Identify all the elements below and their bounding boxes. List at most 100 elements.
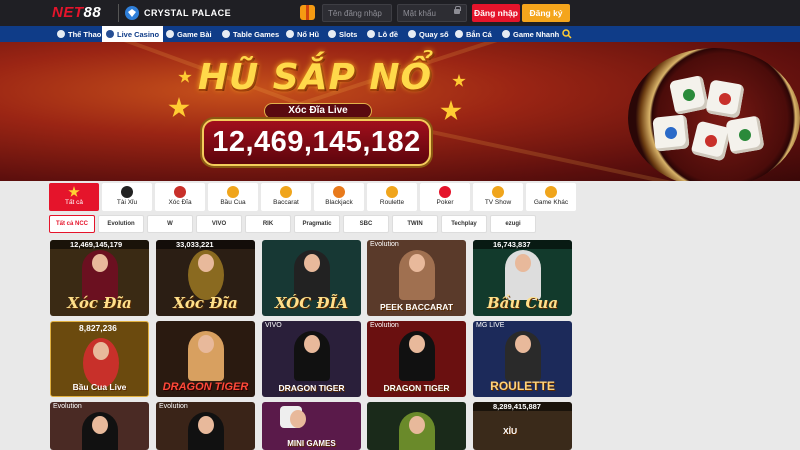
nav-item-ban-ca[interactable]: Bắn Cá bbox=[455, 26, 492, 42]
provider-vivo[interactable]: VIVO bbox=[196, 215, 242, 233]
nav-item-live-casino[interactable]: Live Casino bbox=[102, 26, 164, 42]
game-tile[interactable]: Evolution DRAGON TIGER bbox=[367, 321, 466, 397]
dealer-image bbox=[294, 250, 330, 300]
star-icon bbox=[68, 186, 80, 197]
flash-icon bbox=[502, 30, 510, 38]
cards-icon bbox=[166, 30, 174, 38]
game-tile[interactable]: 8,289,415,887 XỈU bbox=[473, 402, 572, 450]
game-tile[interactable]: MINI GAMES bbox=[262, 402, 361, 450]
game-title: DRAGON TIGER bbox=[383, 383, 450, 393]
tab-game-khac[interactable]: Game Khác bbox=[526, 183, 576, 211]
provider-techplay[interactable]: Techplay bbox=[441, 215, 487, 233]
game-title: Xóc Đĩa bbox=[67, 294, 132, 312]
search-icon[interactable] bbox=[562, 29, 572, 39]
nav-item-quay-so[interactable]: Quay số bbox=[408, 26, 449, 42]
category-tabs: Tất cả Tài Xỉu Xóc Đĩa Bầu Cua Baccarat … bbox=[49, 183, 576, 211]
dealer-image bbox=[399, 412, 435, 450]
partner-badge: CRYSTAL PALACE bbox=[118, 4, 231, 22]
tab-roulette[interactable]: Roulette bbox=[367, 183, 417, 211]
gourd-icon bbox=[227, 186, 239, 198]
provider-logo: Evolution bbox=[370, 322, 399, 329]
nav-item-game-bai[interactable]: Game Bài bbox=[166, 26, 212, 42]
tab-xoc-dia[interactable]: Xóc Đĩa bbox=[155, 183, 205, 211]
tab-poker[interactable]: Poker bbox=[420, 183, 470, 211]
tab-bau-cua[interactable]: Bầu Cua bbox=[208, 183, 258, 211]
dealer-image bbox=[505, 250, 541, 300]
provider-logo: Evolution bbox=[370, 241, 399, 248]
soccer-icon bbox=[57, 30, 65, 38]
dice-plate-image bbox=[628, 48, 800, 181]
game-tile[interactable] bbox=[367, 402, 466, 450]
net88-logo[interactable]: NET88 bbox=[52, 4, 101, 22]
provider-all[interactable]: Tất cả NCC bbox=[49, 215, 95, 233]
game-tile[interactable]: 33,033,221 Xóc Đĩa bbox=[156, 240, 255, 316]
tab-baccarat[interactable]: Baccarat bbox=[261, 183, 311, 211]
game-title: DRAGON TIGER bbox=[278, 383, 345, 393]
nav-item-no-hu[interactable]: Nổ Hũ bbox=[286, 26, 319, 42]
nav-item-lo-de[interactable]: Lô đề bbox=[367, 26, 398, 42]
dealer-image bbox=[82, 250, 118, 300]
login-button[interactable]: Đăng nhập bbox=[472, 4, 520, 22]
nav-item-game-nhanh[interactable]: Game Nhanh bbox=[502, 26, 559, 42]
game-title: MINI GAMES bbox=[287, 439, 336, 448]
dice-deer-icon bbox=[725, 115, 765, 155]
gift-icon[interactable] bbox=[300, 5, 315, 20]
tab-tat-ca[interactable]: Tất cả bbox=[49, 183, 99, 211]
puzzle-icon bbox=[545, 186, 557, 198]
provider-w[interactable]: W bbox=[147, 215, 193, 233]
username-input[interactable] bbox=[322, 4, 392, 22]
game-jackpot: 8,289,415,887 bbox=[493, 402, 541, 411]
tab-tv-show[interactable]: TV Show bbox=[473, 183, 523, 211]
game-title: Bầu Cua bbox=[486, 294, 559, 312]
game-tile[interactable]: Evolution bbox=[156, 402, 255, 450]
dice-bowl-image bbox=[188, 250, 224, 300]
wheel-icon bbox=[408, 30, 416, 38]
top-bar: NET88 CRYSTAL PALACE Đăng nhập Đăng ký bbox=[0, 0, 800, 26]
game-tile[interactable]: Evolution PEEK BACCARAT bbox=[367, 240, 466, 316]
partner-name: CRYSTAL PALACE bbox=[144, 8, 232, 18]
game-title: Xóc Đĩa bbox=[173, 294, 238, 312]
dice-crab-icon bbox=[668, 74, 710, 116]
game-jackpot: 8,827,236 bbox=[79, 323, 117, 333]
provider-rik[interactable]: RIK bbox=[245, 215, 291, 233]
jackpot-banner[interactable]: HŨ SẮP NỔ Xóc Đĩa Live 12,469,145,182 bbox=[0, 42, 800, 181]
dealer-image bbox=[399, 331, 435, 381]
game-title: XỈU bbox=[503, 426, 518, 436]
provider-sbc[interactable]: SBC bbox=[343, 215, 389, 233]
jackpot-icon bbox=[286, 30, 294, 38]
main-nav: Thể Thao Live Casino Game Bài Table Game… bbox=[0, 26, 800, 42]
plate-icon bbox=[174, 186, 186, 198]
lock-icon bbox=[454, 6, 461, 14]
dice-icon bbox=[121, 186, 133, 198]
tab-blackjack[interactable]: Blackjack bbox=[314, 183, 364, 211]
provider-twin[interactable]: TWIN bbox=[392, 215, 438, 233]
star-icon bbox=[452, 74, 466, 87]
game-tile[interactable]: MG LIVE ROULETTE bbox=[473, 321, 572, 397]
tab-tai-xiu[interactable]: Tài Xỉu bbox=[102, 183, 152, 211]
dealer-image bbox=[505, 331, 541, 381]
game-tile[interactable]: VIVO DRAGON TIGER bbox=[262, 321, 361, 397]
slot-icon bbox=[328, 30, 336, 38]
nav-item-table-games[interactable]: Table Games bbox=[222, 26, 279, 42]
game-tile[interactable]: 8,827,236 Bầu Cua Live bbox=[50, 321, 149, 397]
game-tile[interactable]: XÓC ĐĨA bbox=[262, 240, 361, 316]
jackpot-value: 12,469,145,182 bbox=[212, 126, 421, 158]
chip-icon bbox=[280, 186, 292, 198]
register-button[interactable]: Đăng ký bbox=[522, 4, 570, 22]
game-tile[interactable]: Evolution bbox=[50, 402, 149, 450]
jackpot-counter: 12,469,145,182 bbox=[202, 119, 431, 166]
dealer-image bbox=[399, 250, 435, 300]
game-title: PEEK BACCARAT bbox=[379, 302, 454, 312]
game-tile[interactable]: 16,743,837 Bầu Cua bbox=[473, 240, 572, 316]
provider-evolution[interactable]: Evolution bbox=[98, 215, 144, 233]
nav-item-slots[interactable]: Slots bbox=[328, 26, 357, 42]
dealer-image bbox=[294, 331, 330, 381]
provider-logo: Evolution bbox=[159, 403, 188, 410]
fish-icon bbox=[455, 30, 463, 38]
game-tile[interactable]: 12,469,145,179 Xóc Đĩa bbox=[50, 240, 149, 316]
game-tile[interactable]: DRAGON TIGER bbox=[156, 321, 255, 397]
nav-item-the-thao[interactable]: Thể Thao bbox=[57, 26, 101, 42]
provider-pragmatic[interactable]: Pragmatic bbox=[294, 215, 340, 233]
crystal-palace-icon bbox=[125, 6, 139, 20]
provider-ezugi[interactable]: ezugi bbox=[490, 215, 536, 233]
